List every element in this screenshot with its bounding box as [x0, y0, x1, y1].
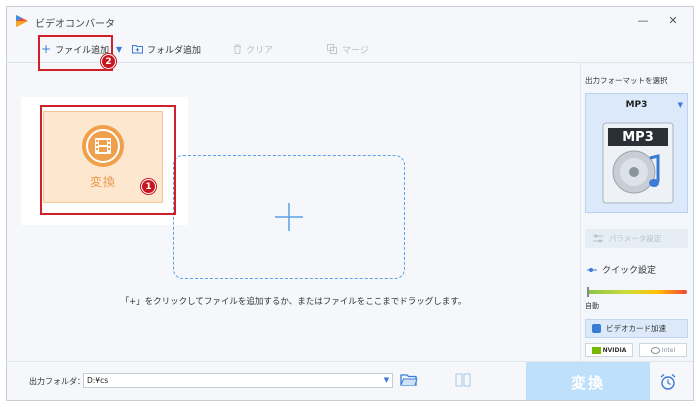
app-window: ビデオコンバータ — ✕ + ファイル追加 ▼ フォルダ追加 クリア マージ 変… [6, 6, 694, 401]
chevron-down-icon[interactable]: ▼ [380, 373, 393, 388]
chevron-down-icon: ▼ [116, 44, 123, 54]
output-folder-label: 出力フォルダ： [29, 377, 85, 386]
drop-hint-text: 「+」をクリックしてファイルを追加するか、またはファイルをここまでドラッグします… [120, 297, 467, 307]
merge-button[interactable]: マージ [327, 41, 369, 57]
drop-zone[interactable] [173, 155, 405, 279]
folder-add-icon [132, 45, 143, 54]
annotation-marker-2: 2 [101, 54, 116, 69]
app-title: ビデオコンバータ [35, 19, 115, 30]
quality-slider[interactable] [587, 290, 687, 294]
format-selector[interactable]: MP3 ▼ MP3 [585, 93, 688, 213]
app-logo-icon [16, 15, 28, 27]
close-button[interactable]: ✕ [663, 11, 683, 31]
convert-button[interactable]: 変換 [526, 362, 650, 400]
add-plus-icon[interactable] [274, 202, 304, 232]
nvidia-badge: NVIDIA [585, 343, 633, 357]
minimize-button[interactable]: — [633, 11, 653, 31]
annotation-box-convert [40, 105, 176, 215]
parameter-settings-button[interactable]: パラメータ設定 [585, 229, 688, 248]
open-folder-icon[interactable] [400, 372, 418, 388]
quality-slider-thumb[interactable] [587, 287, 589, 297]
alarm-clock-icon[interactable] [659, 373, 677, 391]
intel-badge: Intel [639, 343, 687, 357]
add-folder-button[interactable]: フォルダ追加 [132, 41, 201, 57]
nvidia-logo-icon [591, 346, 601, 354]
gpu-acceleration-button[interactable]: ビデオカード加速 [585, 319, 688, 338]
add-folder-label: フォルダ追加 [147, 45, 202, 56]
merge-icon [327, 44, 337, 54]
clear-button[interactable]: クリア [233, 41, 273, 57]
auto-label: 自動 [585, 302, 599, 310]
add-file-dropdown[interactable]: ▼ [116, 41, 122, 57]
quick-settings-label: クイック設定 [602, 266, 657, 276]
mp3-badge-text: MP3 [622, 130, 654, 145]
format-name: MP3 [625, 100, 648, 110]
title-bar: ビデオコンバータ — ✕ [7, 7, 693, 35]
intel-logo-icon [650, 346, 660, 354]
trash-icon [234, 44, 241, 54]
parameter-settings-label: パラメータ設定 [609, 234, 662, 243]
output-sidebar: 出力フォーマットを選択 MP3 ▼ MP3 パラメータ設定 クイック設定 自動 … [580, 63, 693, 361]
clear-label: クリア [246, 45, 274, 56]
sliders-icon [593, 234, 603, 243]
bottom-bar: 出力フォルダ： D:¥cs ▼ 変換 [7, 361, 693, 400]
output-format-title: 出力フォーマットを選択 [585, 76, 668, 85]
output-folder-field[interactable]: D:¥cs [83, 373, 393, 388]
gpu-chip-icon [592, 324, 601, 333]
annotation-marker-1: 1 [141, 179, 156, 194]
gpu-acceleration-label: ビデオカード加速 [606, 324, 666, 333]
chevron-down-icon: ▼ [677, 101, 683, 109]
slider-icon [587, 267, 597, 272]
merge-output-icon[interactable] [454, 372, 472, 388]
merge-label: マージ [342, 45, 369, 56]
quick-settings[interactable]: クイック設定 [587, 263, 656, 276]
